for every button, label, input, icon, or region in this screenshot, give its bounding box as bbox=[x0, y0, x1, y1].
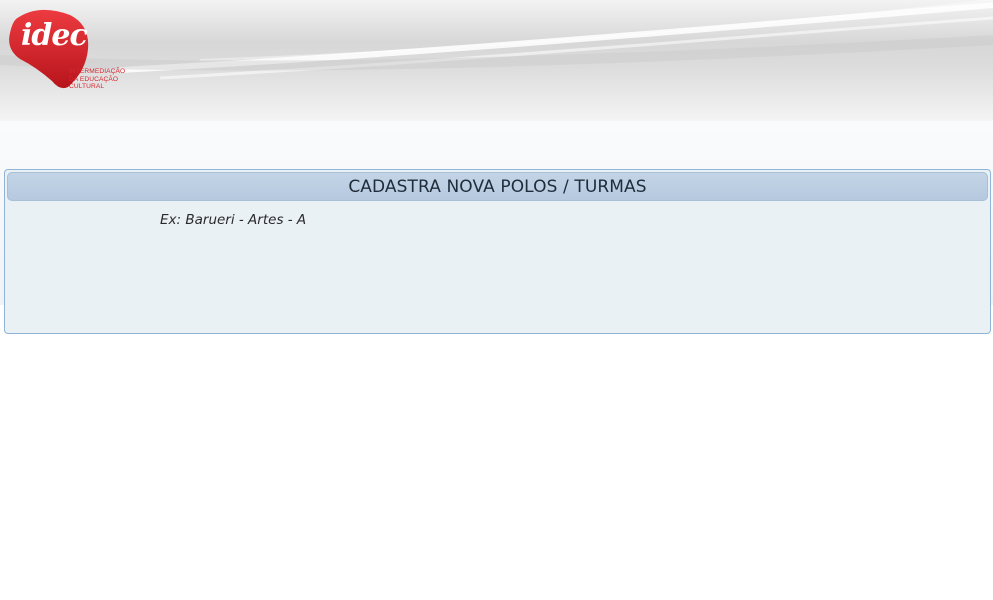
page: idec INTERMEDIAÇÃO DA EDUCAÇÃO CULTURAL … bbox=[0, 0, 993, 600]
idec-logo[interactable]: idec INTERMEDIAÇÃO DA EDUCAÇÃO CULTURAL bbox=[8, 9, 133, 94]
logo-tagline-line-1: INTERMEDIAÇÃO bbox=[69, 68, 126, 75]
header-banner: idec INTERMEDIAÇÃO DA EDUCAÇÃO CULTURAL bbox=[0, 0, 993, 121]
logo-wordmark: idec bbox=[21, 18, 88, 53]
header-swoosh-decoration bbox=[0, 0, 993, 80]
logo-tagline: INTERMEDIAÇÃO DA EDUCAÇÃO CULTURAL bbox=[69, 68, 133, 91]
logo-tagline-line-3: CULTURAL bbox=[69, 83, 105, 91]
form-hint-example: Ex: Barueri - Artes - A bbox=[160, 212, 307, 228]
form-panel: CADASTRA NOVA POLOS / TURMAS Ex: Barueri… bbox=[4, 169, 991, 334]
logo-tagline-line-2: DA EDUCAÇÃO bbox=[69, 75, 119, 83]
form-title-bar: CADASTRA NOVA POLOS / TURMAS bbox=[7, 172, 988, 201]
form-title: CADASTRA NOVA POLOS / TURMAS bbox=[348, 176, 647, 197]
